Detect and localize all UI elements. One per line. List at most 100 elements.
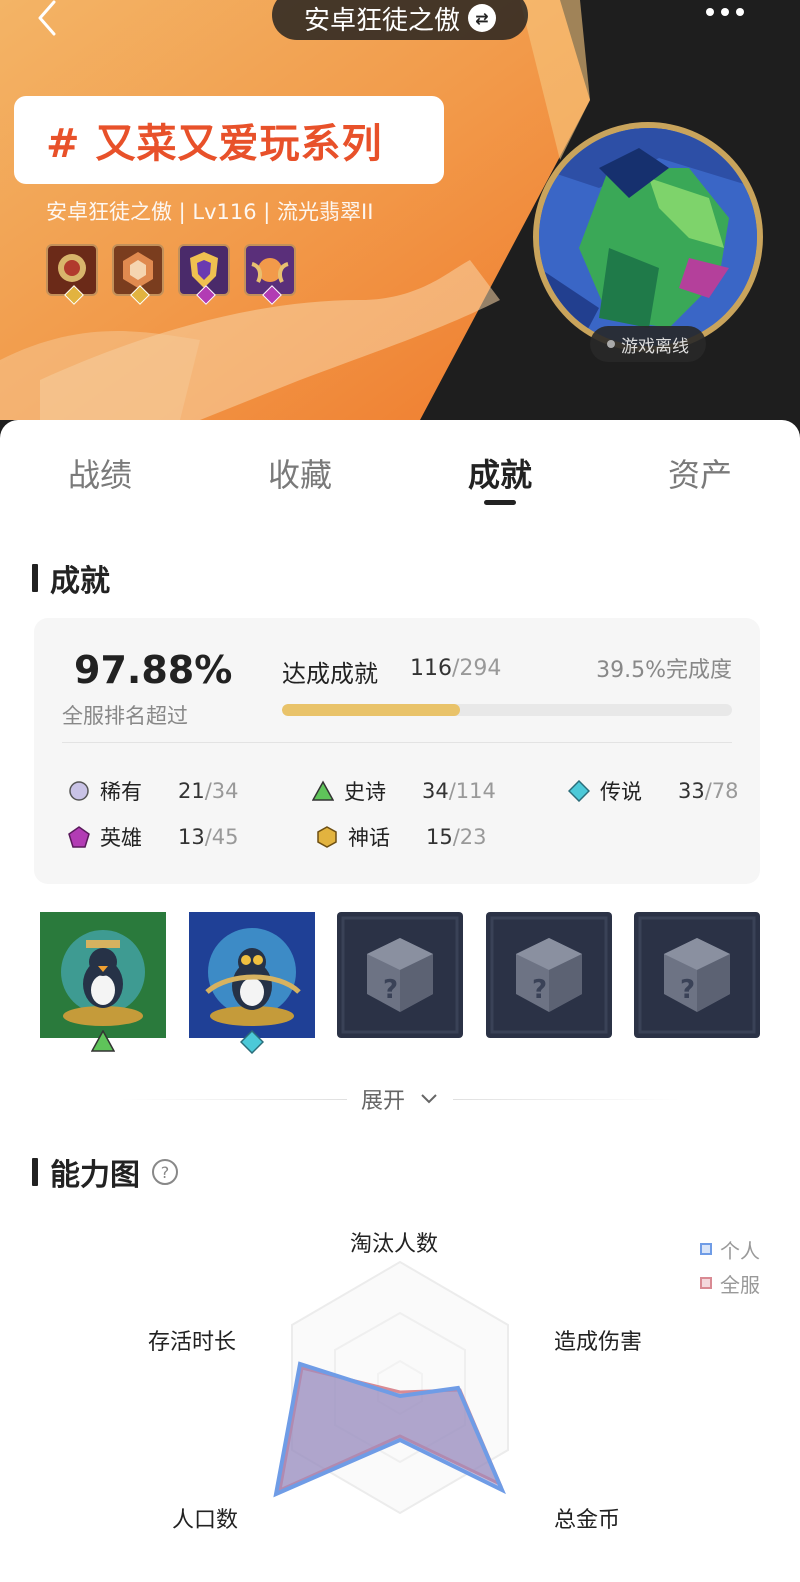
more-dot-icon xyxy=(721,8,729,16)
divider xyxy=(120,1098,347,1100)
rarity-count: 34/114 xyxy=(422,779,496,803)
account-name: 安卓狂徒之傲 xyxy=(303,5,460,36)
achievements-section-title: 成就 xyxy=(32,556,110,600)
section-bar xyxy=(32,564,38,592)
switch-account-icon: ⇄ xyxy=(468,4,496,32)
rarity-legend: 传说 33/78 xyxy=(568,776,739,806)
profile-page: 安卓狂徒之傲 ⇄ # 又菜又爱玩系列 安卓狂徒之傲 | Lv116 | 流光翡翠… xyxy=(0,0,800,1582)
legend-item-personal: 个人 xyxy=(700,1232,760,1266)
rarity-mythic: 神话 15/23 xyxy=(316,822,487,852)
achievement-tile[interactable] xyxy=(188,912,315,1054)
badge-shield[interactable] xyxy=(178,244,230,305)
online-status-text: 游戏离线 xyxy=(621,336,689,357)
rank-percentage: 97.88% xyxy=(74,648,233,692)
avatar[interactable] xyxy=(533,122,763,352)
mystery-box-icon: ? xyxy=(638,916,756,1034)
divider xyxy=(62,742,732,743)
reached-value: 116 xyxy=(410,656,452,681)
reached-label: 达成成就 xyxy=(282,660,378,688)
epic-triangle-icon xyxy=(91,1030,115,1052)
svg-text:?: ? xyxy=(680,975,695,1005)
locked-achievement-tile[interactable]: ? xyxy=(485,912,612,1038)
achievements-title-text: 成就 xyxy=(50,564,110,599)
avatar-portrait-icon xyxy=(539,128,757,346)
completion-progress-fill xyxy=(282,704,460,716)
more-options-button[interactable] xyxy=(706,0,756,24)
back-button[interactable] xyxy=(30,0,66,36)
hexagon-icon xyxy=(317,826,337,848)
rarity-name: 英雄 xyxy=(100,826,142,850)
profile-banner: 安卓狂徒之傲 ⇄ # 又菜又爱玩系列 安卓狂徒之傲 | Lv116 | 流光翡翠… xyxy=(0,0,800,440)
diamond-icon xyxy=(568,780,590,802)
rank-label: 全服排名超过 xyxy=(62,704,188,728)
legend-swatch xyxy=(700,1277,712,1289)
tab-record[interactable]: 战绩 xyxy=(0,420,200,528)
chevron-down-icon xyxy=(421,1094,437,1104)
avatar-image xyxy=(539,128,757,346)
rarity-got: 15 xyxy=(426,825,453,849)
locked-achievement-tile[interactable]: ? xyxy=(634,912,760,1038)
rarity-total: /114 xyxy=(448,779,496,803)
expand-label: 展开 xyxy=(361,1089,406,1114)
achievement-stats-card: 97.88% 全服排名超过 达成成就 116/294 39.5%完成度 稀有 2… xyxy=(34,618,760,884)
radar-legend: 个人 全服 xyxy=(700,1232,760,1300)
ability-title-text: 能力图 xyxy=(50,1158,140,1193)
radar-axis-label: 总金币 xyxy=(554,1508,621,1533)
rarity-epic: 史诗 34/114 xyxy=(312,776,496,806)
radar-axis-label: 淘汰人数 xyxy=(350,1232,439,1257)
ability-section-title: 能力图 ? xyxy=(32,1150,178,1194)
rarity-count: 33/78 xyxy=(678,779,739,803)
achievement-tile[interactable] xyxy=(40,912,166,1052)
rarity-total: /23 xyxy=(452,825,487,849)
rarity-got: 33 xyxy=(678,779,705,803)
more-dot-icon xyxy=(736,8,744,16)
legend-item-server: 全服 xyxy=(700,1266,760,1300)
rarity-count: 13/45 xyxy=(178,825,239,849)
rarity-got: 13 xyxy=(178,825,205,849)
pentagon-icon xyxy=(68,826,90,848)
status-dot-icon xyxy=(607,340,615,348)
locked-achievement-tile[interactable]: ? xyxy=(337,912,463,1038)
tab-collection[interactable]: 收藏 xyxy=(200,420,400,528)
profile-summary: 安卓狂徒之傲 | Lv116 | 流光翡翠II xyxy=(46,200,374,224)
rarity-total: /34 xyxy=(204,779,239,803)
circle-icon xyxy=(69,781,89,801)
chevron-left-icon xyxy=(38,0,56,36)
rarity-total: /45 xyxy=(204,825,239,849)
svg-text:?: ? xyxy=(532,975,547,1005)
triangle-icon xyxy=(312,780,334,801)
help-icon[interactable]: ? xyxy=(152,1159,178,1185)
account-switcher[interactable]: 安卓狂徒之傲 ⇄ xyxy=(272,0,528,40)
legend-diamond-icon xyxy=(239,1030,264,1054)
completion-rate: 39.5%完成度 xyxy=(596,658,732,683)
divider xyxy=(453,1098,681,1100)
badge-rank-emblem[interactable] xyxy=(46,244,98,305)
badge-wing[interactable] xyxy=(244,244,296,305)
rarity-count: 15/23 xyxy=(426,825,487,849)
radar-axis-label: 存活时长 xyxy=(148,1330,237,1355)
rarity-got: 21 xyxy=(178,779,205,803)
tab-assets[interactable]: 资产 xyxy=(600,420,800,528)
profile-tag: # 又菜又爱玩系列 xyxy=(14,96,444,184)
tab-achievements[interactable]: 成就 xyxy=(400,420,600,528)
more-dot-icon xyxy=(706,8,714,16)
legend-label: 个人 xyxy=(720,1238,760,1263)
badge-list xyxy=(46,244,296,305)
reached-count: 116/294 xyxy=(410,656,501,681)
expand-button[interactable]: 展开 xyxy=(120,1082,681,1116)
section-bar xyxy=(32,1158,38,1186)
profile-tabs: 战绩 收藏 成就 资产 xyxy=(0,420,800,528)
mystery-box-icon: ? xyxy=(341,916,459,1034)
radar-axis-label: 造成伤害 xyxy=(554,1330,643,1355)
penguin-achievement-icon xyxy=(40,912,166,1038)
rarity-name: 史诗 xyxy=(344,780,386,804)
completion-progress-bar xyxy=(282,704,732,716)
rarity-name: 神话 xyxy=(348,826,390,850)
rarity-name: 稀有 xyxy=(100,780,142,804)
reached-total: /294 xyxy=(452,656,502,681)
rarity-got: 34 xyxy=(422,779,449,803)
badge-hexagon[interactable] xyxy=(112,244,164,305)
online-status-badge: 游戏离线 xyxy=(590,326,706,362)
legend-swatch xyxy=(700,1243,712,1255)
rarity-rare: 稀有 21/34 xyxy=(68,776,239,806)
